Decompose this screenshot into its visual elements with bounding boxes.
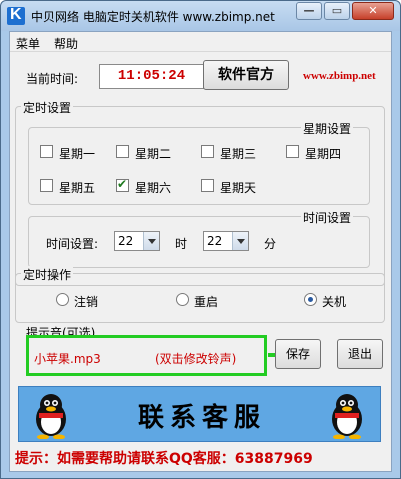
- weekday-label: 星期三: [220, 147, 257, 161]
- minute-value: 22: [207, 234, 223, 248]
- maximize-button[interactable]: ▭: [324, 2, 350, 20]
- weekday-label: 星期二: [135, 147, 172, 161]
- sound-change-hint: (双击修改铃声): [155, 352, 237, 366]
- weekday-label: 星期四: [305, 147, 342, 161]
- checkbox[interactable]: [286, 145, 299, 158]
- menu-bar: 菜单 帮助: [10, 32, 391, 52]
- weekday-group: 星期设置 星期一 星期二 星期三 星期四 星期五 ✔ 星期六 星期天: [28, 120, 370, 205]
- support-hint: 提示：如需要帮助请联系QQ客服：63887969: [15, 451, 313, 467]
- minimize-button[interactable]: —: [296, 2, 322, 20]
- checkbox[interactable]: [40, 179, 53, 192]
- menu-item-help[interactable]: 帮助: [54, 35, 78, 52]
- schedule-group: 定时设置 星期设置 星期一 星期二 星期三 星期四 星期五 ✔ 星期六 星期天 …: [15, 99, 385, 286]
- schedule-group-title: 定时设置: [21, 99, 74, 116]
- maximize-icon: ▭: [331, 4, 343, 17]
- current-time-label: 当前时间:: [26, 72, 79, 86]
- minimize-icon: —: [303, 4, 315, 17]
- option-label: 注销: [74, 295, 99, 309]
- operation-group-title: 定时操作: [21, 266, 74, 283]
- weekday-label: 星期天: [220, 181, 257, 195]
- qq-penguin-icon: [36, 394, 66, 439]
- save-button[interactable]: 保存: [275, 339, 321, 369]
- weekday-label: 星期一: [59, 147, 96, 161]
- app-logo-icon: [7, 6, 25, 25]
- hour-value: 22: [118, 234, 134, 248]
- close-button[interactable]: ✕: [352, 2, 394, 20]
- banner-title: 联系客服: [137, 403, 266, 433]
- weekday-group-title: 星期设置: [301, 120, 354, 137]
- minute-unit-label: 分: [264, 237, 277, 251]
- option-label: 重启: [194, 295, 219, 309]
- contact-support-banner[interactable]: 联系客服: [18, 386, 381, 442]
- close-icon: ✕: [368, 4, 378, 17]
- hour-unit-label: 时: [175, 237, 188, 251]
- checkbox[interactable]: [201, 145, 214, 158]
- option-label: 关机: [322, 295, 347, 309]
- time-setting-label: 时间设置:: [46, 237, 99, 251]
- weekday-label: 星期五: [59, 181, 96, 195]
- radio-button[interactable]: [304, 293, 317, 306]
- weekday-label: 星期六: [135, 181, 172, 195]
- menu-item-menu[interactable]: 菜单: [16, 35, 40, 52]
- sound-file-name: 小苹果.mp3: [34, 352, 101, 366]
- time-group: 时间设置 时间设置: 22 时 22 分: [28, 209, 370, 268]
- title-bar[interactable]: 中贝网络 电脑定时关机软件 www.zbimp.net — ▭ ✕: [1, 1, 400, 31]
- radio-button[interactable]: [56, 293, 69, 306]
- site-link[interactable]: www.zbimp.net: [303, 70, 376, 82]
- official-site-button[interactable]: 软件官方: [203, 60, 289, 90]
- window-title: 中贝网络 电脑定时关机软件 www.zbimp.net: [31, 10, 275, 24]
- app-window: 中贝网络 电脑定时关机软件 www.zbimp.net — ▭ ✕ 菜单 帮助 …: [0, 0, 401, 479]
- hour-select[interactable]: 22: [114, 231, 160, 251]
- exit-button[interactable]: 退出: [337, 339, 383, 369]
- operation-group: 定时操作 注销 重启 关机: [15, 266, 385, 323]
- client-area: 菜单 帮助 当前时间: 11:05:24 软件官方 www.zbimp.net …: [9, 31, 392, 472]
- time-group-title: 时间设置: [301, 209, 354, 226]
- current-time-display: 11:05:24: [99, 64, 204, 89]
- window-controls: — ▭ ✕: [296, 2, 394, 20]
- chevron-down-icon[interactable]: [232, 232, 248, 250]
- checkbox[interactable]: [201, 179, 214, 192]
- checkbox[interactable]: [116, 177, 129, 192]
- minute-select[interactable]: 22: [203, 231, 249, 251]
- checkbox[interactable]: [116, 145, 129, 158]
- qq-penguin-icon: [332, 394, 362, 439]
- chevron-down-icon[interactable]: [143, 232, 159, 250]
- sound-selector[interactable]: 小苹果.mp3 (双击修改铃声): [26, 335, 267, 376]
- radio-button[interactable]: [176, 293, 189, 306]
- checkbox[interactable]: [40, 145, 53, 158]
